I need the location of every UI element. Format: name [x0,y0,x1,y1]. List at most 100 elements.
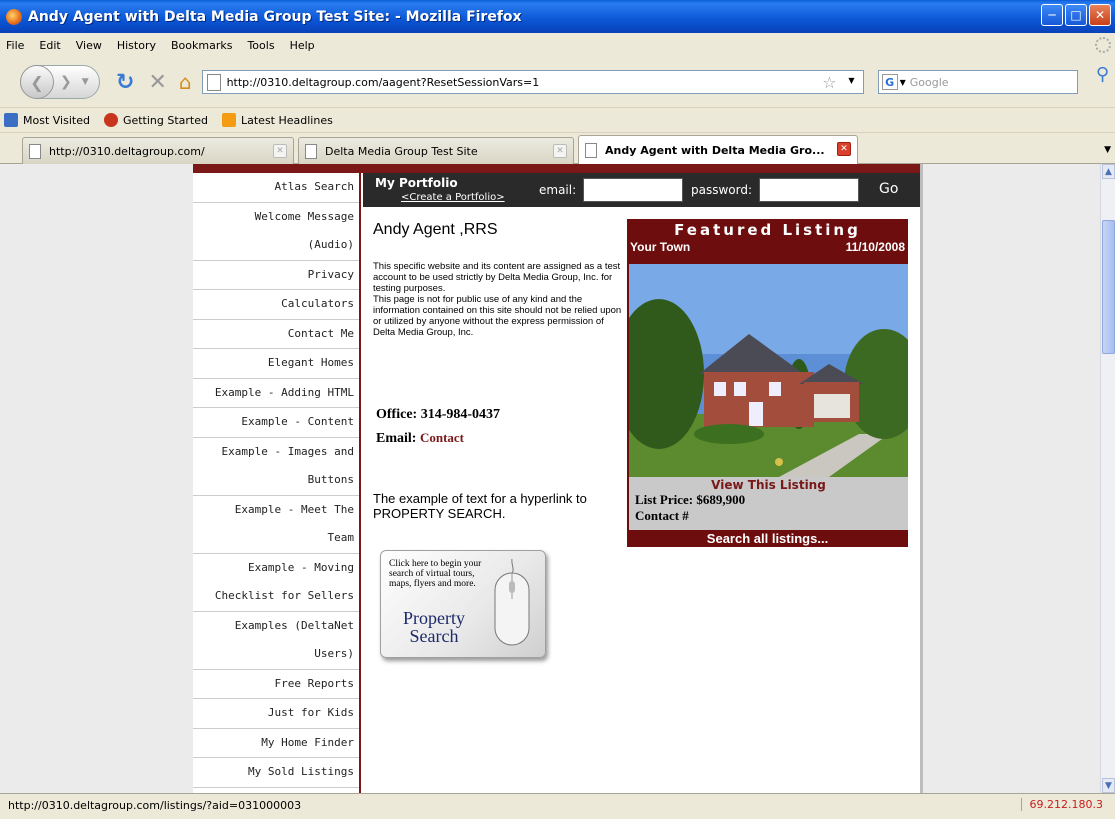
nav-example-moving-checklist[interactable]: Checklist for Sellers [193,582,359,612]
property-search-button[interactable]: Click here to begin your search of virtu… [380,550,546,658]
nav-example-images[interactable]: Example - Images and [193,438,359,467]
nav-example-content[interactable]: Example - Content [193,408,359,438]
bookmark-latest-headlines[interactable]: Latest Headlines [222,113,333,127]
nav-contact-me[interactable]: Contact Me [193,320,359,349]
listing-info: View This Listing List Price: $689,900 C… [629,477,908,530]
search-box[interactable]: G ▼ Google [877,70,1078,94]
agent-name: Andy Agent ,RRS [373,221,498,238]
portfolio-title: My Portfolio [375,176,458,190]
nav-elegant-homes[interactable]: Elegant Homes [193,349,359,379]
forward-button[interactable]: ❯ [60,74,72,90]
most-visited-icon [4,113,18,127]
scroll-down-icon[interactable]: ▼ [1102,778,1115,793]
nav-examples-deltanet[interactable]: Examples (DeltaNet [193,612,359,641]
tab-test-site[interactable]: Delta Media Group Test Site ✕ [298,137,574,164]
maximize-icon[interactable]: □ [1065,4,1087,26]
search-all-listings-link[interactable]: Search all listings... [628,531,907,546]
url-text[interactable]: http://0310.deltagroup.com/aagent?ResetS… [227,76,540,89]
tab-strip: http://0310.deltagroup.com/ ✕ Delta Medi… [0,132,1115,165]
vertical-scrollbar[interactable]: ▲ ▼ [1100,164,1115,793]
password-field[interactable] [759,178,859,202]
nav-examples-deltanet-users[interactable]: Users) [193,640,359,670]
menu-view[interactable]: View [76,39,102,52]
page-icon [305,143,317,159]
menu-history[interactable]: History [117,39,156,52]
title-bar: Andy Agent with Delta Media Group Test S… [0,0,1115,33]
bookmark-star-icon[interactable]: ☆ [822,73,836,92]
bookmarks-toolbar: Most Visited Getting Started Latest Head… [0,107,1115,132]
email-field[interactable] [583,178,683,202]
nav-my-sold-listings[interactable]: My Sold Listings [193,758,359,788]
close-tab-icon[interactable]: ✕ [837,142,851,156]
nav-welcome-message-audio[interactable]: (Audio) [193,231,359,261]
featured-header: Featured Listing [674,221,861,239]
listing-photo[interactable] [629,264,908,477]
menu-tools[interactable]: Tools [247,39,274,52]
nav-calculators[interactable]: Calculators [193,290,359,320]
menu-file[interactable]: File [6,39,24,52]
search-engine-dropdown-icon[interactable]: ▼ [900,78,906,87]
nav-atlas-search[interactable]: Atlas Search [193,173,359,203]
property-search-caption: Click here to begin your search of virtu… [389,559,482,589]
featured-town: Your Town [630,240,691,254]
go-button[interactable]: Go [879,181,898,197]
firefox-bookmark-icon [103,113,118,127]
bookmark-label: Most Visited [23,113,90,127]
reload-button[interactable]: ↻ [116,70,134,95]
view-listing-link[interactable]: View This Listing [629,478,908,492]
scrollbar-thumb[interactable] [1102,220,1115,354]
create-portfolio-link[interactable]: <Create a Portfolio> [401,192,505,203]
contact-link[interactable]: Contact [420,430,464,445]
menu-bar: File Edit View History Bookmarks Tools H… [0,33,1115,57]
home-button[interactable]: ⌂ [179,70,192,94]
nav-example-meet-team[interactable]: Team [193,524,359,554]
close-tab-icon[interactable]: ✕ [273,144,287,158]
tab-andy-agent[interactable]: Andy Agent with Delta Media Gro... ✕ [578,135,858,165]
firefox-icon [6,8,22,25]
history-dropdown-icon[interactable]: ▼ [82,77,89,87]
minimize-icon[interactable]: ─ [1041,4,1063,26]
tab-label: http://0310.deltagroup.com/ [49,144,205,158]
email-line: Email: Contact [376,430,464,447]
google-icon[interactable]: G [881,74,898,90]
close-tab-icon[interactable]: ✕ [553,144,567,158]
tab-list-icon[interactable]: ▼ [1104,145,1111,155]
bookmark-getting-started[interactable]: Getting Started [103,113,208,127]
menu-help[interactable]: Help [290,39,315,52]
scroll-up-icon[interactable]: ▲ [1102,164,1115,179]
bookmark-most-visited[interactable]: Most Visited [4,113,90,127]
page-icon [29,143,41,159]
window-controls: ─ □ ✕ [1041,4,1111,26]
nav-example-adding-html[interactable]: Example - Adding HTML [193,379,359,408]
back-button[interactable]: ❮ [20,65,54,99]
nav-privacy[interactable]: Privacy [193,261,359,290]
nav-example-meet[interactable]: Example - Meet The [193,496,359,525]
tab-label: Andy Agent with Delta Media Gro... [605,144,825,157]
menu-bookmarks[interactable]: Bookmarks [171,39,232,52]
search-icon[interactable]: ⚲ [1096,64,1109,85]
nav-my-home-finder[interactable]: My Home Finder [193,729,359,758]
menu-edit[interactable]: Edit [39,39,60,52]
window-title: Andy Agent with Delta Media Group Test S… [28,8,522,25]
house-image [629,264,908,477]
close-icon[interactable]: ✕ [1089,4,1111,26]
nav-welcome-message[interactable]: Welcome Message [193,203,359,232]
navigation-toolbar: ❮ ❯ ▼ ↻ ✕ ⌂ http://0310.deltagroup.com/a… [0,57,1115,107]
email-label: email: [539,183,577,197]
url-dropdown-icon[interactable]: ▼ [848,76,854,85]
url-bar[interactable]: http://0310.deltagroup.com/aagent?ResetS… [201,70,864,94]
tab-label: Delta Media Group Test Site [325,144,478,158]
portfolio-bar: My Portfolio <Create a Portfolio> email:… [363,173,920,207]
back-forward-group: ❮ ❯ ▼ [20,65,100,99]
property-search-title: Property Search [403,608,465,646]
page-shadow [920,164,923,793]
nav-example-images-buttons[interactable]: Buttons [193,466,359,496]
tab-deltagroup[interactable]: http://0310.deltagroup.com/ ✕ [22,137,294,164]
nav-example-moving[interactable]: Example - Moving [193,554,359,583]
content-viewport: Atlas Search Welcome Message (Audio) Pri… [0,164,1100,793]
stop-button[interactable]: ✕ [148,70,166,95]
rss-icon [222,113,236,127]
hyperlink-example-text: The example of text for a hyperlink to P… [373,491,587,521]
nav-just-for-kids[interactable]: Just for Kids [193,699,359,729]
nav-free-reports[interactable]: Free Reports [193,670,359,699]
